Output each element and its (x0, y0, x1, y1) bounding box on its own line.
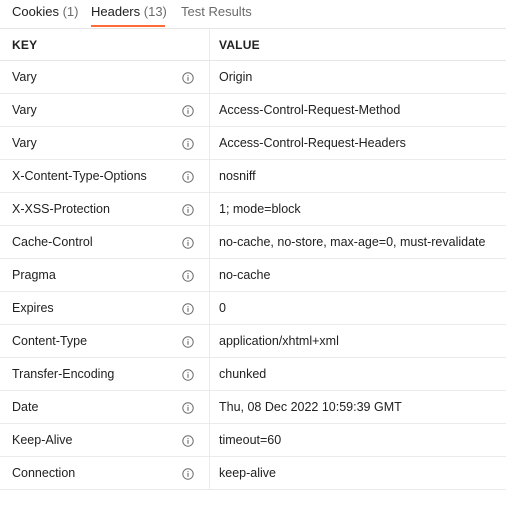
header-key: Vary (12, 136, 37, 150)
info-icon[interactable] (182, 335, 194, 348)
table-row: Pragma no-cache (0, 259, 506, 292)
column-divider (209, 193, 210, 225)
tab-label: Headers (91, 4, 141, 19)
header-key: Cache-Control (12, 235, 93, 249)
tab-cookies[interactable]: Cookies (1) (12, 4, 78, 20)
header-key: Keep-Alive (12, 433, 73, 447)
value-column-header: VALUE (219, 38, 260, 52)
column-divider (209, 94, 210, 126)
info-icon[interactable] (182, 434, 194, 447)
header-value[interactable]: no-cache (219, 267, 270, 283)
tab-label: Cookies (12, 4, 59, 19)
info-icon[interactable] (182, 137, 194, 150)
column-divider (209, 457, 210, 489)
table-row: Expires 0 (0, 292, 506, 325)
column-divider (209, 292, 210, 324)
key-column-header: KEY (12, 38, 38, 52)
info-icon[interactable] (182, 467, 194, 480)
table-row: X-XSS-Protection 1; mode=block (0, 193, 506, 226)
info-icon[interactable] (182, 71, 194, 84)
table-row: Connection keep-alive (0, 457, 506, 490)
column-divider (209, 259, 210, 291)
active-tab-indicator (91, 25, 165, 27)
column-divider (209, 61, 210, 93)
header-key: Vary (12, 70, 37, 84)
header-key: Vary (12, 103, 37, 117)
header-key: X-XSS-Protection (12, 202, 110, 216)
header-key: Date (12, 400, 39, 414)
info-icon[interactable] (182, 203, 194, 216)
tab-count: (1) (62, 4, 79, 19)
tab-headers[interactable]: Headers (13) (91, 4, 167, 20)
table-row: Vary Access-Control-Request-Headers (0, 127, 506, 160)
header-value[interactable]: application/xhtml+xml (219, 333, 339, 349)
header-key: Transfer-Encoding (12, 367, 115, 381)
info-icon[interactable] (182, 170, 194, 183)
info-icon[interactable] (182, 368, 194, 381)
header-key: X-Content-Type-Options (12, 169, 147, 183)
header-key: Content-Type (12, 334, 88, 348)
header-value[interactable]: timeout=60 (219, 432, 281, 448)
header-value[interactable]: nosniff (219, 168, 256, 184)
info-icon[interactable] (182, 401, 194, 414)
header-value[interactable]: Access-Control-Request-Headers (219, 135, 406, 151)
header-key: Expires (12, 301, 54, 315)
header-value[interactable]: 1; mode=block (219, 201, 301, 217)
info-icon[interactable] (182, 104, 194, 117)
tab-label: Test Results (181, 4, 252, 19)
response-tabs: Cookies (1) Headers (13) Test Results (0, 0, 506, 28)
column-divider (209, 391, 210, 423)
column-divider (209, 325, 210, 357)
info-icon[interactable] (182, 269, 194, 282)
header-value[interactable]: Thu, 08 Dec 2022 10:59:39 GMT (219, 399, 402, 415)
table-row: Content-Type application/xhtml+xml (0, 325, 506, 358)
table-row: Keep-Alive timeout=60 (0, 424, 506, 457)
table-header-row: KEY VALUE (0, 28, 506, 61)
column-divider (209, 226, 210, 258)
header-value[interactable]: no-cache, no-store, max-age=0, must-reva… (219, 234, 485, 250)
column-divider (209, 160, 210, 192)
table-row: Vary Origin (0, 61, 506, 94)
column-divider (209, 127, 210, 159)
column-divider (209, 29, 210, 60)
column-divider (209, 424, 210, 456)
header-value[interactable]: Access-Control-Request-Method (219, 102, 400, 118)
header-value[interactable]: 0 (219, 300, 226, 316)
headers-table: KEY VALUE Vary Origin Vary Access-Control-R… (0, 28, 506, 490)
table-row: Date Thu, 08 Dec 2022 10:59:39 GMT (0, 391, 506, 424)
table-body: Vary Origin Vary Access-Control-Request-Met… (0, 61, 506, 490)
info-icon[interactable] (182, 302, 194, 315)
header-value[interactable]: chunked (219, 366, 266, 382)
header-key: Connection (12, 466, 76, 480)
header-value[interactable]: Origin (219, 69, 252, 85)
tab-test-results[interactable]: Test Results (181, 4, 252, 20)
tab-count: (13) (143, 4, 167, 19)
info-icon[interactable] (182, 236, 194, 249)
column-divider (209, 358, 210, 390)
table-row: Transfer-Encoding chunked (0, 358, 506, 391)
header-value[interactable]: keep-alive (219, 465, 276, 481)
table-row: X-Content-Type-Options nosniff (0, 160, 506, 193)
header-key: Pragma (12, 268, 56, 282)
table-row: Cache-Control no-cache, no-store, max-age… (0, 226, 506, 259)
table-row: Vary Access-Control-Request-Method (0, 94, 506, 127)
